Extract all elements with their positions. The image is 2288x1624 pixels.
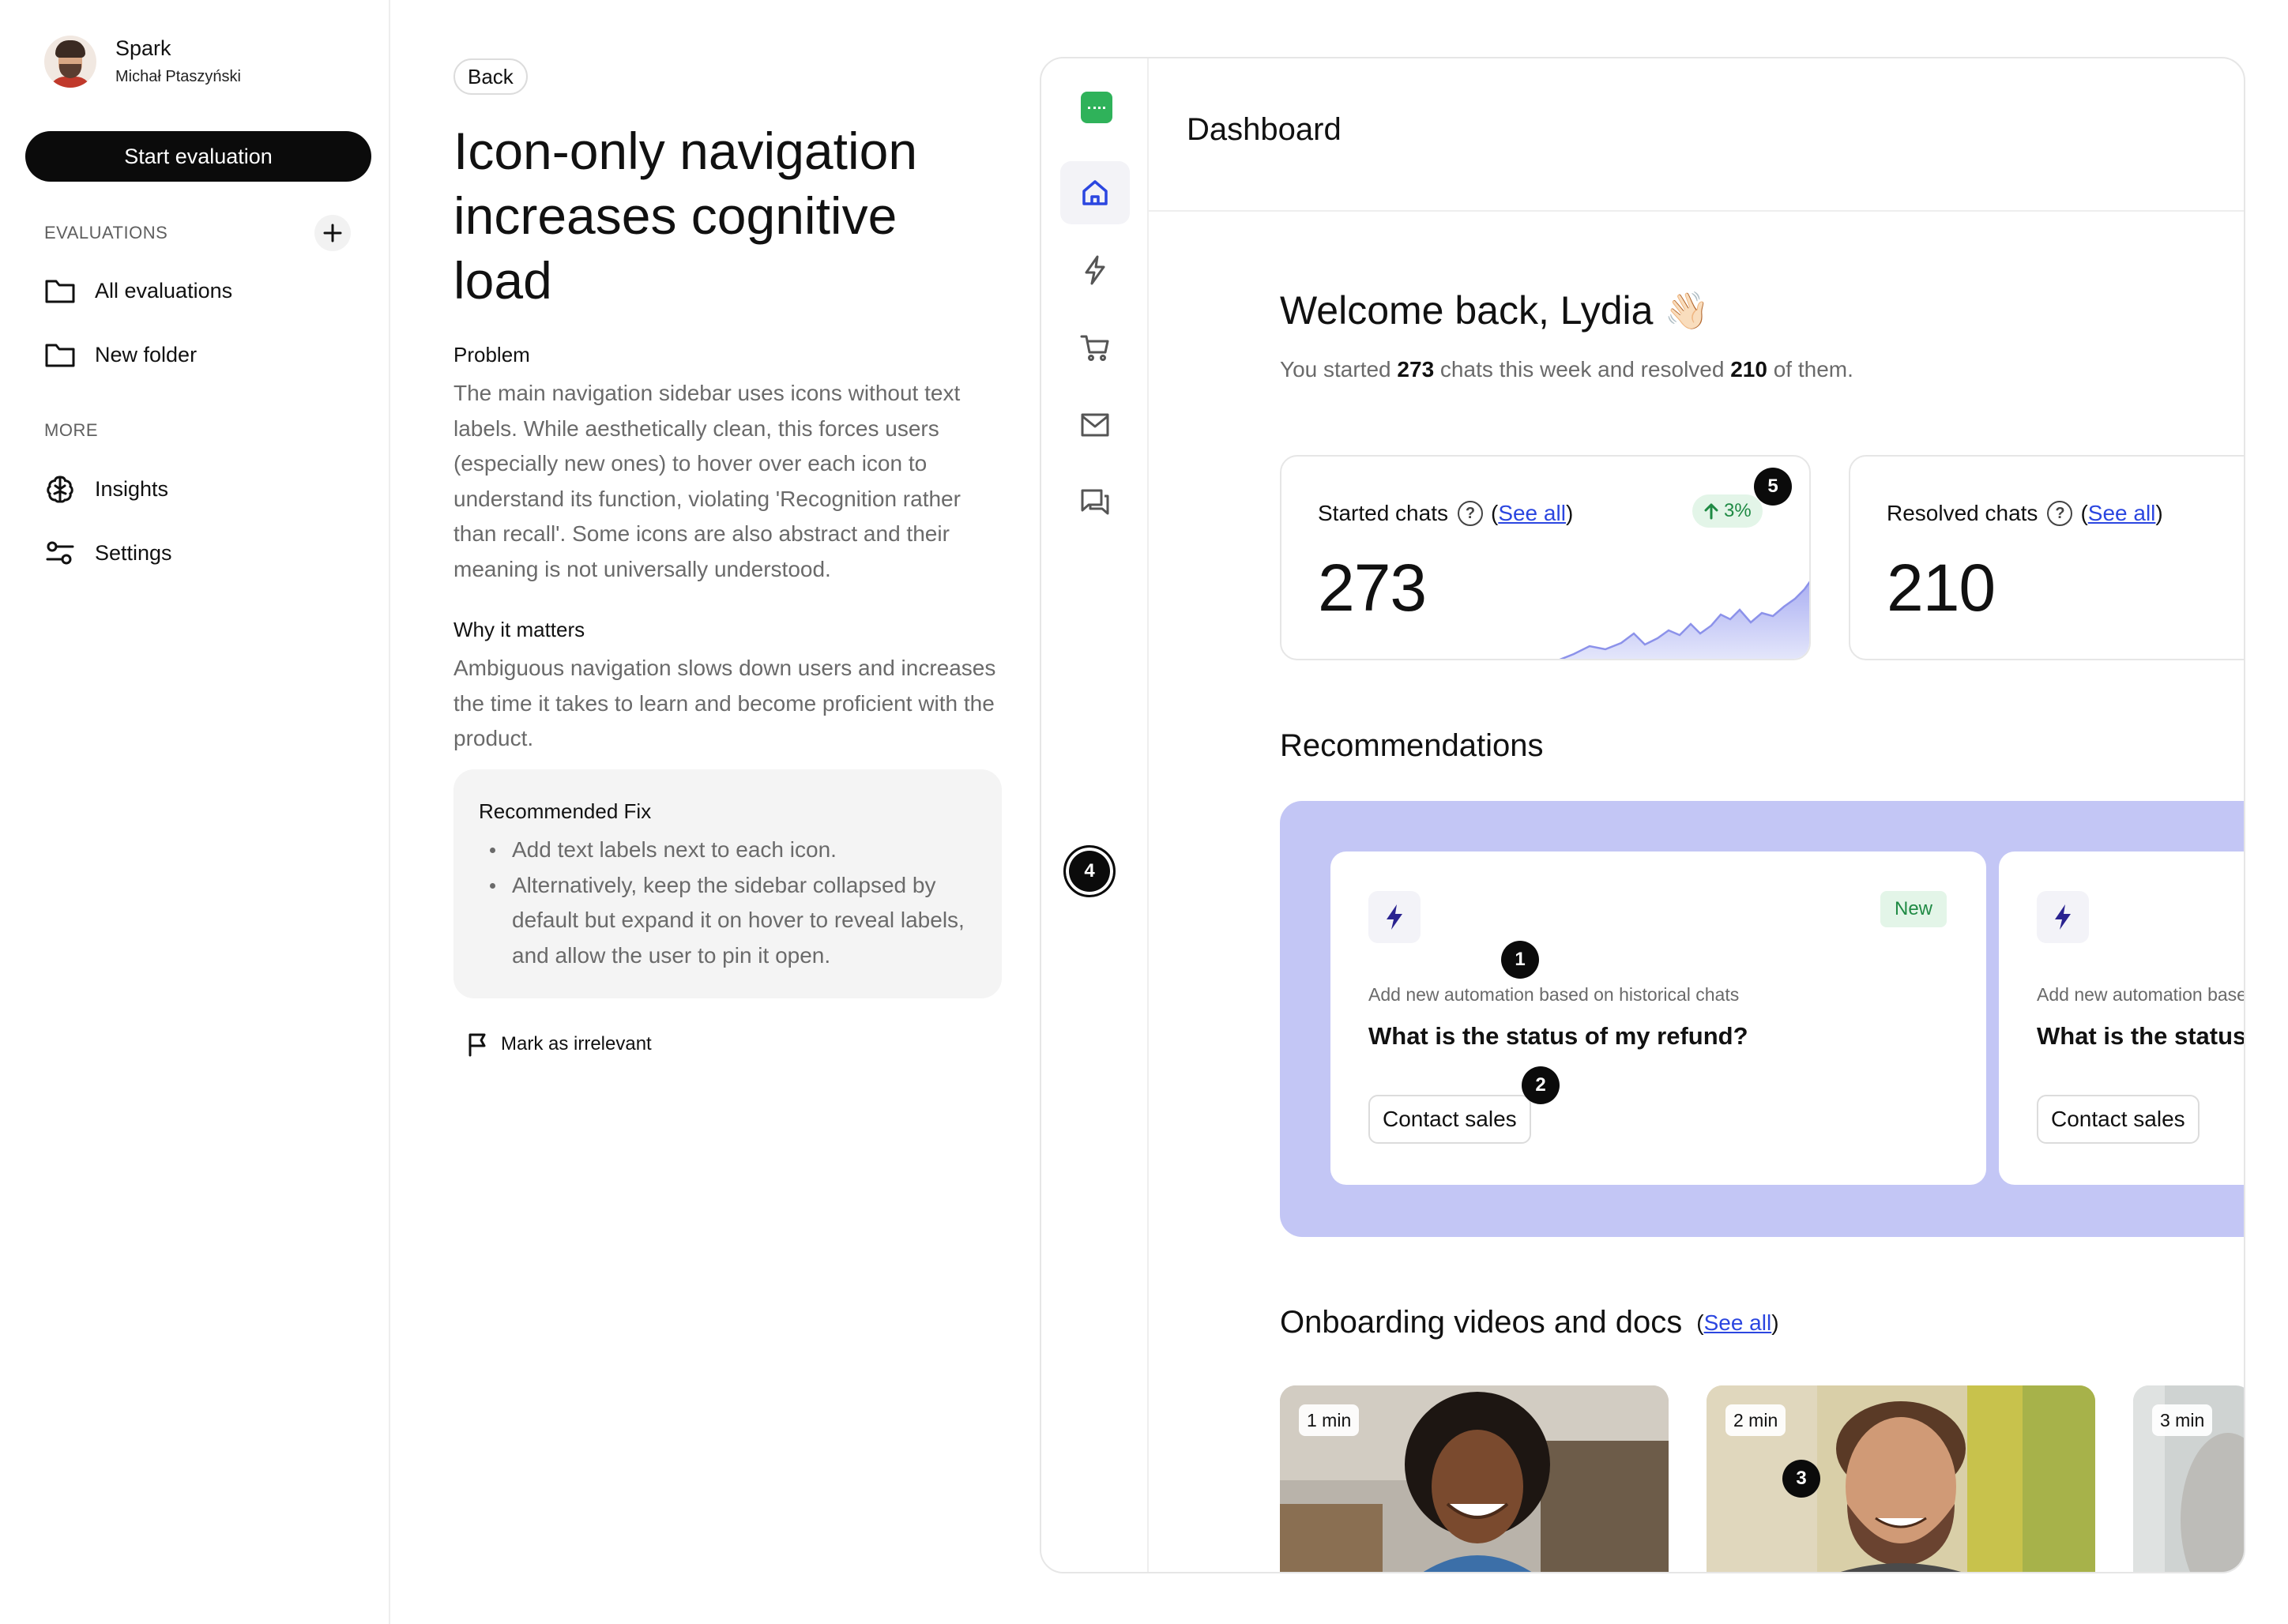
sidebar: Spark Michał Ptaszyński Start evaluation… bbox=[0, 0, 390, 1624]
annotation-marker-5[interactable]: 5 bbox=[1754, 468, 1792, 506]
mail-icon bbox=[1081, 413, 1109, 437]
sidebar-item-label: Settings bbox=[95, 540, 172, 565]
app-preview: Dashboard Welcome back, Lydia 👋🏻 You sta… bbox=[1040, 57, 2245, 1573]
wave-emoji: 👋🏻 bbox=[1664, 289, 1710, 331]
contact-sales-button[interactable]: Contact sales bbox=[2037, 1095, 2200, 1144]
back-button[interactable]: Back bbox=[453, 58, 528, 95]
annotation-marker-4[interactable]: 4 bbox=[1063, 845, 1116, 897]
recommendation-subtitle: Add new automation based on historical c… bbox=[1368, 984, 1740, 1005]
rail-item-chat[interactable] bbox=[1060, 471, 1130, 534]
recommended-fix-list: Add text labels next to each icon. Alter… bbox=[479, 833, 984, 973]
list-item: Alternatively, keep the sidebar collapse… bbox=[479, 868, 984, 974]
see-all-link[interactable]: See all bbox=[2088, 501, 2156, 525]
chat-summary: You started 273 chats this week and reso… bbox=[1280, 357, 1853, 382]
app-logo bbox=[1081, 92, 1112, 123]
sparkline-chart bbox=[1559, 581, 1809, 659]
recommended-fix-box: Recommended Fix Add text labels next to … bbox=[453, 769, 1002, 998]
recommendations-heading: Recommendations bbox=[1280, 728, 1544, 763]
folder-icon bbox=[44, 275, 76, 306]
duration-badge: 2 min bbox=[1725, 1404, 1786, 1436]
video-card[interactable]: 2 min bbox=[1707, 1385, 2095, 1572]
contact-sales-button[interactable]: Contact sales bbox=[1368, 1095, 1531, 1144]
chat-icon bbox=[1081, 489, 1109, 515]
see-all-link[interactable]: See all bbox=[1704, 1310, 1772, 1335]
problem-heading: Problem bbox=[453, 343, 530, 367]
recommendation-card[interactable]: New Add new automation based on historic… bbox=[1330, 851, 1986, 1185]
rail-item-automations[interactable] bbox=[1060, 239, 1130, 302]
sidebar-item-settings[interactable]: Settings bbox=[44, 533, 368, 573]
duration-badge: 1 min bbox=[1299, 1404, 1360, 1436]
duration-badge: 3 min bbox=[2152, 1404, 2213, 1436]
recommendation-question: What is the status of my refund? bbox=[2037, 1022, 2245, 1050]
folder-icon bbox=[44, 339, 76, 370]
start-evaluation-button[interactable]: Start evaluation bbox=[25, 131, 371, 182]
stat-label: Resolved chats bbox=[1887, 501, 2038, 525]
evaluations-section-label: EVALUATIONS bbox=[44, 223, 168, 242]
annotation-marker-1[interactable]: 1 bbox=[1501, 941, 1539, 979]
list-item: Add text labels next to each icon. bbox=[479, 833, 984, 868]
help-icon[interactable]: ? bbox=[1457, 501, 1483, 526]
sidebar-item-new-folder[interactable]: New folder bbox=[44, 335, 368, 374]
see-all-link[interactable]: See all bbox=[1498, 501, 1566, 525]
issue-title: Icon-only navigation increases cognitive… bbox=[453, 122, 918, 310]
recommendation-card[interactable]: Add new automation based on historical c… bbox=[1999, 851, 2245, 1185]
welcome-heading: Welcome back, Lydia 👋🏻 bbox=[1280, 288, 1710, 333]
sidebar-item-label: New folder bbox=[95, 342, 198, 367]
app-topbar: Dashboard bbox=[1149, 58, 2244, 212]
why-heading: Why it matters bbox=[453, 618, 585, 641]
plus-icon bbox=[323, 224, 342, 242]
mark-irrelevant-button[interactable]: Mark as irrelevant bbox=[466, 1028, 652, 1060]
started-chats-card: Started chats ? (See all) 3% 273 bbox=[1280, 455, 1811, 660]
video-card[interactable]: 1 min bbox=[1280, 1385, 1669, 1572]
new-badge: New bbox=[1880, 891, 1947, 927]
add-evaluation-button[interactable] bbox=[314, 215, 351, 251]
sidebar-item-label: All evaluations bbox=[95, 278, 233, 303]
started-count: 273 bbox=[1397, 357, 1435, 382]
stat-value: 210 bbox=[1887, 551, 1996, 625]
icon-rail bbox=[1041, 58, 1149, 1572]
page-title: Dashboard bbox=[1187, 112, 1342, 147]
arrow-up-icon bbox=[1704, 503, 1718, 520]
sliders-icon bbox=[44, 537, 76, 569]
lightning-icon bbox=[1085, 255, 1105, 285]
home-icon bbox=[1082, 180, 1108, 205]
rail-item-cart[interactable] bbox=[1060, 316, 1130, 379]
cart-icon bbox=[1080, 335, 1109, 361]
welcome-text: Welcome back, Lydia bbox=[1280, 288, 1654, 333]
resolved-count: 210 bbox=[1730, 357, 1767, 382]
rail-item-home[interactable] bbox=[1060, 161, 1130, 224]
resolved-chats-card: Resolved chats ? (See all) 210 bbox=[1849, 455, 2244, 660]
mark-irrelevant-label: Mark as irrelevant bbox=[501, 1033, 652, 1054]
brain-icon bbox=[44, 473, 76, 505]
lightning-icon bbox=[2037, 891, 2089, 943]
stat-label: Started chats bbox=[1318, 501, 1448, 525]
sidebar-item-label: Insights bbox=[95, 476, 169, 501]
lightning-icon bbox=[1368, 891, 1421, 943]
annotation-marker-3[interactable]: 3 bbox=[1782, 1460, 1820, 1498]
recommendation-question: What is the status of my refund? bbox=[1368, 1022, 1748, 1050]
trend-badge: 3% bbox=[1692, 494, 1763, 528]
recommended-fix-heading: Recommended Fix bbox=[479, 799, 652, 823]
flag-icon bbox=[469, 1033, 486, 1057]
sidebar-item-insights[interactable]: Insights bbox=[44, 469, 368, 509]
recommendation-subtitle: Add new automation based on historical c… bbox=[2037, 984, 2244, 1005]
video-card[interactable]: 3 min bbox=[2133, 1385, 2244, 1572]
problem-text: The main navigation sidebar uses icons w… bbox=[453, 381, 961, 581]
avatar bbox=[44, 36, 96, 88]
help-icon[interactable]: ? bbox=[2047, 501, 2073, 526]
more-section-label: MORE bbox=[44, 420, 98, 440]
onboarding-heading: Onboarding videos and docs (See all) bbox=[1280, 1305, 1779, 1340]
stat-value: 273 bbox=[1318, 551, 1427, 625]
rail-item-mail[interactable] bbox=[1060, 393, 1130, 457]
why-text: Ambiguous navigation slows down users an… bbox=[453, 656, 996, 750]
annotation-marker-2[interactable]: 2 bbox=[1522, 1066, 1560, 1104]
profile-name: Spark bbox=[115, 36, 171, 60]
profile[interactable]: Spark Michał Ptaszyński bbox=[44, 35, 241, 88]
profile-subtitle: Michał Ptaszyński bbox=[115, 68, 241, 85]
recommendations-area: New Add new automation based on historic… bbox=[1280, 801, 2245, 1237]
sidebar-item-all-evaluations[interactable]: All evaluations bbox=[44, 271, 368, 310]
